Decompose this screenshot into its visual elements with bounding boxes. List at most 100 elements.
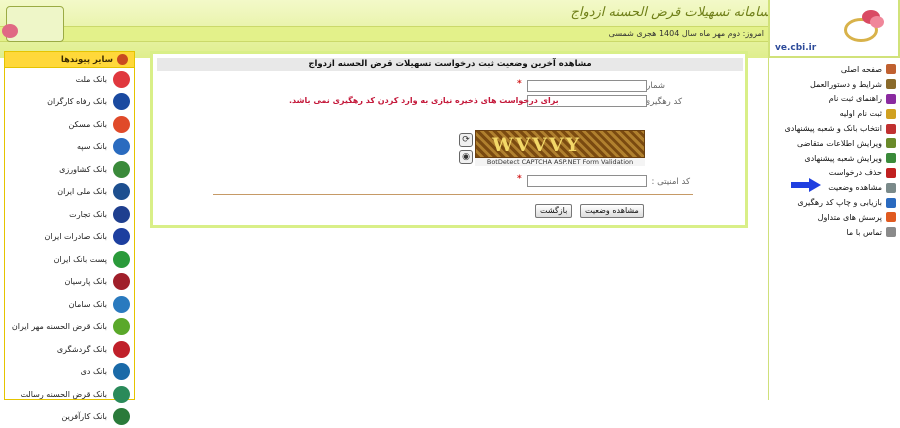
nav-list: صفحه اصلی شرایط و دستورالعملراهنمای ثبت ن…	[769, 58, 900, 240]
bank-link-label: بانک تجارت	[69, 210, 107, 219]
other-links-panel: سایر پیوندها بانک ملت بانک رفاه کارگران با…	[4, 51, 135, 400]
site-header: سامانه تسهیلات قرض الحسنه ازدواج امروز: …	[0, 0, 900, 58]
date-text: امروز: دوم مهر ماه سال 1404 هجری شمسی	[609, 29, 764, 38]
bank-link[interactable]: بانک مسکن	[5, 113, 134, 136]
select-branch-icon	[886, 124, 896, 134]
links-icon	[117, 54, 128, 65]
form-divider	[213, 194, 693, 195]
other-links-title: سایر پیوندها	[61, 55, 113, 65]
menu-item-label: حذف درخواست	[829, 168, 882, 177]
book-icon	[886, 79, 896, 89]
bank-resalat-icon	[113, 386, 130, 403]
menu-item-label: انتخاب بانک و شعبه پیشنهادی	[785, 124, 883, 133]
status-form-panel: مشاهده آخرین وضعیت ثبت درخواست تسهیلات ق…	[150, 51, 748, 228]
site-logo[interactable]: ve.cbi.ir	[768, 0, 900, 58]
menu-item[interactable]: صفحه اصلی	[769, 62, 900, 77]
help-book-icon	[886, 94, 896, 104]
menu-item[interactable]: تماس با ما	[769, 225, 900, 240]
captcha-note: BotDetect CAPTCHA ASP.NET Form Validatio…	[475, 158, 645, 166]
required-mark-security: *	[517, 174, 522, 184]
refresh-captcha-icon[interactable]: ⟳	[459, 133, 473, 147]
tracking-hint: برای درخواست های ذخیره نیازی به وارد کرد…	[289, 96, 559, 105]
bank-link[interactable]: بانک ملت	[5, 68, 134, 91]
bank-link-label: بانک پارسیان	[64, 277, 107, 286]
menu-item[interactable]: راهنمای ثبت نام	[769, 92, 900, 107]
bank-link[interactable]: بانک رفاه کارگران	[5, 91, 134, 114]
bank-link-label: بانک گردشگری	[57, 345, 107, 354]
site-name: ve.cbi.ir	[775, 43, 816, 53]
bank-link[interactable]: بانک گردشگری	[5, 338, 134, 361]
bank-gardeshgari-icon	[113, 341, 130, 358]
other-links-header: سایر پیوندها	[5, 52, 134, 68]
bank-link[interactable]: پست بانک ایران	[5, 248, 134, 271]
back-button[interactable]: بازگشت	[535, 204, 572, 218]
bank-link[interactable]: بانک دی	[5, 361, 134, 384]
contact-icon	[886, 227, 896, 237]
national-id-input[interactable]	[527, 80, 647, 92]
bank-mehr-iran-icon	[113, 318, 130, 335]
left-decoration	[0, 0, 70, 58]
menu-item-label: پرسش های متداول	[818, 213, 882, 222]
view-status-button[interactable]: مشاهده وضعیت	[580, 204, 644, 218]
form-title: مشاهده آخرین وضعیت ثبت درخواست تسهیلات ق…	[157, 58, 743, 71]
bank-link[interactable]: بانک قرض الحسنه رسالت	[5, 383, 134, 406]
bank-link-label: بانک ملی ایران	[57, 187, 107, 196]
right-nav-menu: صفحه اصلی شرایط و دستورالعملراهنمای ثبت ن…	[768, 58, 900, 400]
bank-link-label: بانک رفاه کارگران	[47, 97, 107, 106]
menu-item-label: صفحه اصلی	[841, 65, 882, 74]
security-code-label: کد امنیتی :	[652, 177, 690, 187]
bank-link-label: بانک مسکن	[68, 120, 107, 129]
bank-keshavarzi-icon	[113, 161, 130, 178]
view-status-icon	[886, 183, 896, 193]
bank-link-label: پست بانک ایران	[54, 255, 107, 264]
bank-link-label: بانک ملت	[76, 75, 107, 84]
bank-list: بانک ملت بانک رفاه کارگران بانک مسکن بانک س…	[5, 68, 134, 428]
required-mark: *	[517, 79, 522, 89]
audio-captcha-icon[interactable]: ◉	[459, 150, 473, 164]
menu-item-label: مشاهده وضعیت	[828, 183, 882, 192]
bank-dey-icon	[113, 363, 130, 380]
bank-link[interactable]: بانک قرض الحسنه مهر ایران	[5, 316, 134, 339]
bank-link[interactable]: بانک کارآفرین	[5, 406, 134, 428]
post-bank-icon	[113, 251, 130, 268]
bank-link[interactable]: بانک سامان	[5, 293, 134, 316]
bank-link-label: بانک کشاورزی	[59, 165, 107, 174]
bank-link[interactable]: بانک کشاورزی	[5, 158, 134, 181]
menu-item[interactable]: شرایط و دستورالعمل	[769, 77, 900, 92]
faq-icon	[886, 212, 896, 222]
menu-item[interactable]: ثبت نام اولیه	[769, 106, 900, 121]
menu-item[interactable]: انتخاب بانک و شعبه پیشنهادی	[769, 121, 900, 136]
bank-tejarat-icon	[113, 206, 130, 223]
menu-item-label: بازیابی و چاپ کد رهگیری	[797, 198, 882, 207]
bank-link-label: بانک قرض الحسنه مهر ایران	[12, 322, 107, 331]
menu-item-label: ویرایش اطلاعات متقاضی	[797, 139, 882, 148]
bank-link[interactable]: بانک سپه	[5, 136, 134, 159]
bank-link-label: بانک قرض الحسنه رسالت	[20, 390, 107, 399]
bank-refah-icon	[113, 93, 130, 110]
bank-saman-icon	[113, 296, 130, 313]
flower-icon	[2, 24, 18, 38]
bank-link[interactable]: بانک پارسیان	[5, 271, 134, 294]
bank-link[interactable]: بانک تجارت	[5, 203, 134, 226]
captcha-widget: WVVVY BotDetect CAPTCHA ASP.NET Form Val…	[475, 130, 647, 167]
bank-maskan-icon	[113, 116, 130, 133]
menu-item-label: ثبت نام اولیه	[840, 109, 882, 118]
captcha-text: WVVVY	[492, 134, 581, 156]
recover-icon	[886, 198, 896, 208]
menu-item[interactable]: حذف درخواست	[769, 166, 900, 181]
bank-link[interactable]: بانک صادرات ایران	[5, 226, 134, 249]
menu-item[interactable]: مشاهده وضعیت	[769, 180, 900, 195]
security-code-input[interactable]	[527, 175, 647, 187]
menu-item[interactable]: بازیابی و چاپ کد رهگیری	[769, 195, 900, 210]
bank-link-label: بانک سپه	[77, 142, 107, 151]
bank-link[interactable]: بانک ملی ایران	[5, 181, 134, 204]
menu-item[interactable]: پرسش های متداول	[769, 210, 900, 225]
menu-item-label: تماس با ما	[846, 228, 882, 237]
menu-item[interactable]: ویرایش اطلاعات متقاضی	[769, 136, 900, 151]
menu-item[interactable]: ویرایش شعبه پیشنهادی	[769, 151, 900, 166]
menu-item-label: ویرایش شعبه پیشنهادی	[804, 154, 882, 163]
active-arrow-icon	[791, 178, 821, 192]
bank-sepah-icon	[113, 138, 130, 155]
home-icon	[886, 64, 896, 74]
bank-link-label: بانک دی	[81, 367, 107, 376]
